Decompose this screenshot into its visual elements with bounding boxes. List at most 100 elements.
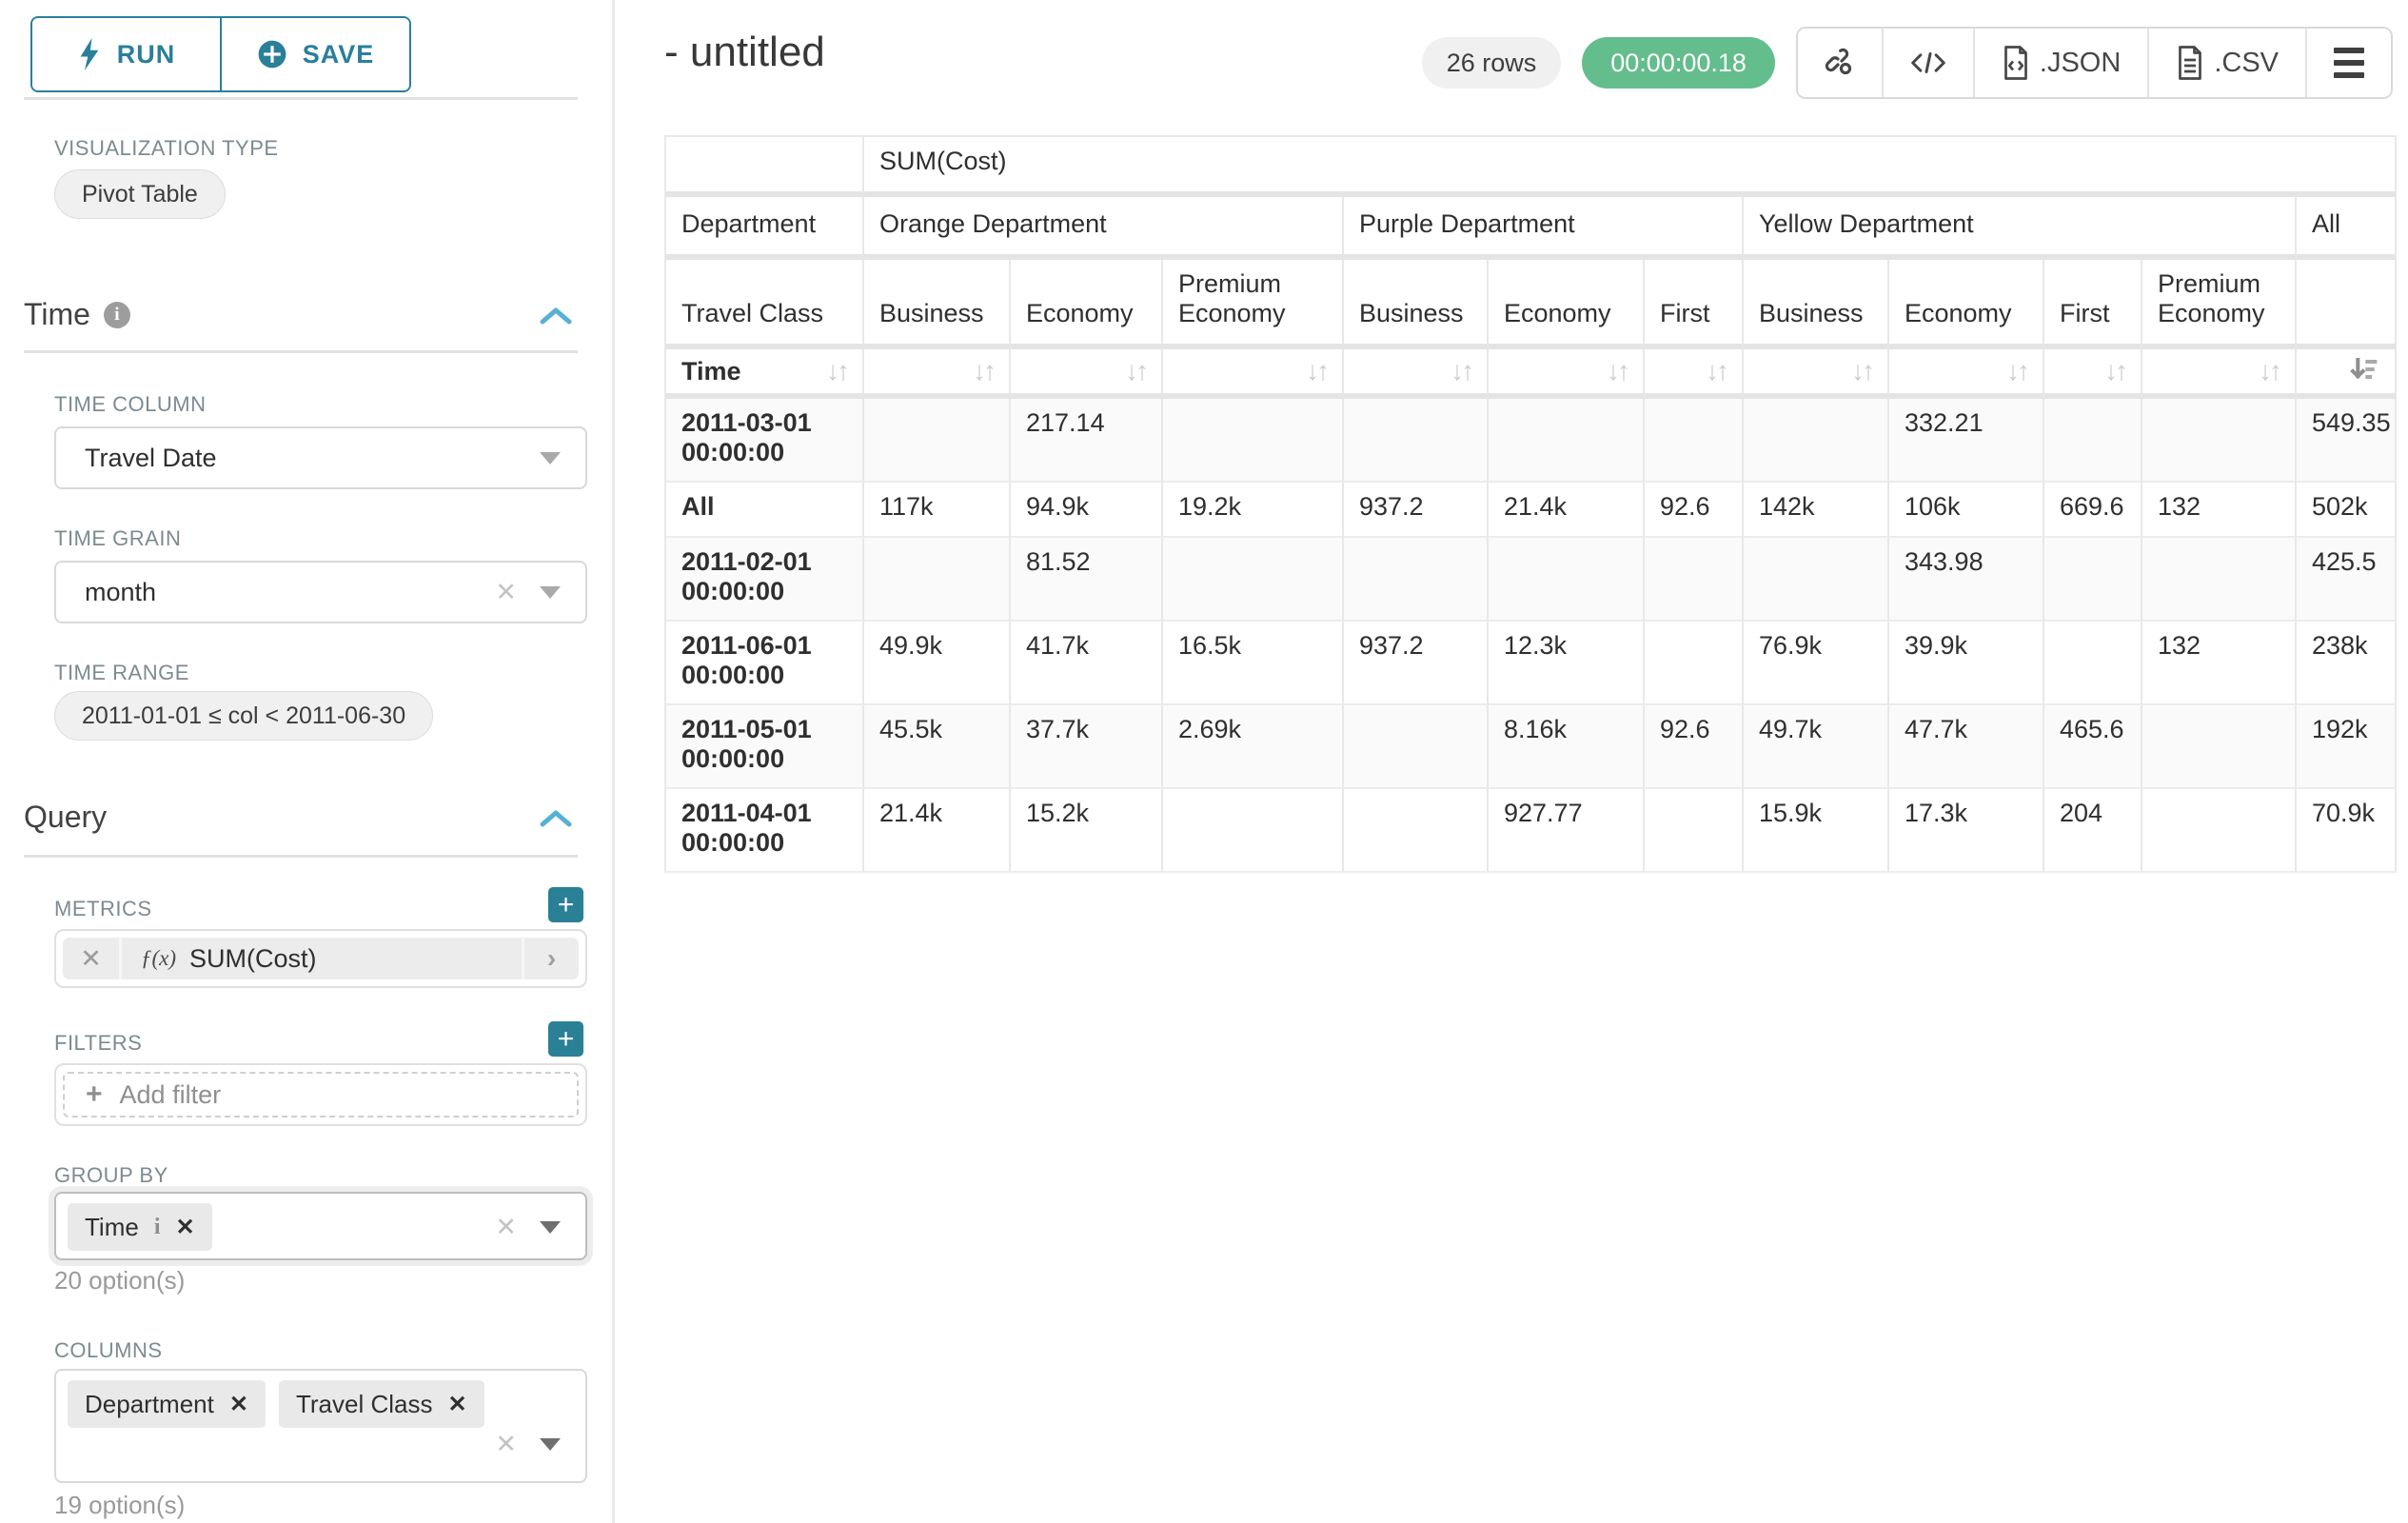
add-metric-button[interactable]: + — [548, 887, 583, 922]
time-grain-label: TIME GRAIN — [54, 526, 181, 551]
chart-title[interactable]: - untitled — [664, 29, 825, 76]
pivot-table: SUM(Cost)DepartmentOrange DepartmentPurp… — [664, 135, 2397, 873]
remove-tag-icon[interactable]: ✕ — [175, 1214, 194, 1241]
value-cell: 669.6 — [2044, 483, 2142, 538]
row-label-cell: 2011-05-01 00:00:00 — [666, 705, 864, 789]
column-sort-header[interactable]: ↓↑ — [1011, 349, 1163, 399]
add-filter-button[interactable]: + Add filter — [63, 1072, 579, 1118]
value-cell: 17.3k — [1889, 789, 2044, 873]
columns-label: COLUMNS — [54, 1338, 163, 1363]
table-row: 2011-05-01 00:00:0045.5k37.7k2.69k8.16k9… — [666, 705, 2397, 789]
query-section-header: Query — [24, 800, 107, 835]
row-label-cell: 2011-03-01 00:00:00 — [666, 399, 864, 483]
sort-descending-icon[interactable] — [2349, 356, 2379, 386]
sort-icon[interactable]: ↓↑ — [973, 356, 994, 386]
sort-icon[interactable]: ↓↑ — [2006, 356, 2027, 386]
run-button[interactable]: RUN — [32, 18, 220, 90]
value-cell — [1744, 399, 1889, 483]
clear-icon[interactable]: ✕ — [495, 1213, 517, 1242]
metric-pill[interactable]: ✕ ƒ(x) SUM(Cost) › — [63, 938, 579, 979]
travel-class-cell — [2297, 260, 2397, 349]
travel-class-cell: Economy — [1489, 260, 1645, 349]
export-json-button[interactable]: .JSON — [1973, 29, 2147, 97]
plus-icon: + — [86, 1078, 103, 1111]
columns-select[interactable]: Department ✕ Travel Class ✕ ✕ — [54, 1369, 587, 1483]
sort-icon[interactable]: ↓↑ — [2104, 356, 2125, 386]
sort-icon[interactable]: ↓↑ — [1125, 356, 1146, 386]
time-column-select[interactable]: Travel Date — [54, 426, 587, 489]
sort-icon[interactable]: ↓↑ — [1306, 356, 1327, 386]
column-sort-header[interactable]: ↓↑ — [2142, 349, 2297, 399]
value-cell: 15.9k — [1744, 789, 1889, 873]
sort-icon[interactable]: ↓↑ — [1851, 356, 1872, 386]
value-cell — [2044, 538, 2142, 622]
sort-icon[interactable]: ↓↑ — [1706, 356, 1727, 386]
table-row: 2011-03-01 00:00:00217.14332.21549.35 — [666, 399, 2397, 483]
table-row: All117k94.9k19.2k937.221.4k92.6142k106k6… — [666, 483, 2397, 538]
share-link-button[interactable] — [1798, 29, 1882, 97]
export-csv-button[interactable]: .CSV — [2147, 29, 2305, 97]
metrics-label: METRICS — [54, 897, 152, 921]
chevron-up-icon[interactable] — [540, 307, 572, 326]
column-sort-header[interactable]: ↓↑ — [2044, 349, 2142, 399]
value-cell — [1645, 538, 1744, 622]
sort-icon[interactable]: ↓↑ — [2259, 356, 2280, 386]
value-cell: 39.9k — [1889, 622, 2044, 705]
clear-icon[interactable]: ✕ — [495, 578, 517, 607]
chevron-down-icon — [540, 1221, 561, 1234]
visualization-type-pill[interactable]: Pivot Table — [54, 169, 226, 219]
divider — [24, 855, 578, 858]
column-sort-header[interactable]: ↓↑ — [1889, 349, 2044, 399]
value-cell: 937.2 — [1344, 483, 1489, 538]
department-group-cell: Yellow Department — [1744, 197, 2297, 260]
columns-option-count: 19 option(s) — [54, 1491, 185, 1520]
travel-class-cell: Economy — [1011, 260, 1163, 349]
value-cell: 49.9k — [864, 622, 1011, 705]
value-cell: 217.14 — [1011, 399, 1163, 483]
value-cell — [1344, 399, 1489, 483]
value-cell — [2142, 705, 2297, 789]
column-sort-header[interactable]: ↓↑ — [1344, 349, 1489, 399]
save-button[interactable]: SAVE — [220, 18, 409, 90]
corner-cell — [666, 137, 864, 197]
column-sort-header[interactable]: ↓↑ — [1489, 349, 1645, 399]
sort-icon[interactable]: ↓↑ — [826, 356, 847, 386]
remove-tag-icon[interactable]: ✕ — [229, 1391, 248, 1418]
value-cell: 12.3k — [1489, 622, 1645, 705]
chevron-right-icon[interactable]: › — [522, 938, 579, 979]
column-sort-header[interactable] — [2297, 349, 2397, 399]
pivot-table-container: SUM(Cost)DepartmentOrange DepartmentPurp… — [664, 135, 2397, 873]
value-cell: 106k — [1889, 483, 2044, 538]
metric-field: ✕ ƒ(x) SUM(Cost) › — [54, 929, 587, 988]
add-filter-plus-button[interactable]: + — [548, 1021, 583, 1057]
remove-metric-icon[interactable]: ✕ — [63, 938, 122, 979]
value-cell — [1163, 789, 1344, 873]
time-range-pill[interactable]: 2011-01-01 ≤ col < 2011-06-30 — [54, 691, 433, 741]
chart-panel: - untitled 26 rows 00:00:00.18 .JSON .CS… — [615, 0, 2408, 1523]
value-cell: 45.5k — [864, 705, 1011, 789]
view-query-button[interactable] — [1882, 29, 1973, 97]
time-grain-select[interactable]: month ✕ — [54, 561, 587, 623]
time-sort-header[interactable]: Time↓↑ — [666, 349, 864, 399]
column-sort-header[interactable]: ↓↑ — [1163, 349, 1344, 399]
row-count-badge: 26 rows — [1422, 37, 1562, 89]
sort-icon[interactable]: ↓↑ — [1607, 356, 1628, 386]
column-sort-header[interactable]: ↓↑ — [864, 349, 1011, 399]
column-sort-header[interactable]: ↓↑ — [1645, 349, 1744, 399]
sort-icon[interactable]: ↓↑ — [1451, 356, 1471, 386]
divider — [24, 350, 578, 353]
value-cell — [1744, 538, 1889, 622]
group-by-select[interactable]: Time i ✕ ✕ — [54, 1192, 587, 1260]
remove-tag-icon[interactable]: ✕ — [447, 1391, 466, 1418]
menu-button[interactable] — [2305, 29, 2391, 97]
column-sort-header[interactable]: ↓↑ — [1744, 349, 1889, 399]
row-label-cell: 2011-04-01 00:00:00 — [666, 789, 864, 873]
value-cell: 425.5 — [2297, 538, 2397, 622]
clear-icon[interactable]: ✕ — [495, 1430, 517, 1459]
value-cell: 15.2k — [1011, 789, 1163, 873]
table-row: 2011-02-01 00:00:0081.52343.98425.5 — [666, 538, 2397, 622]
value-cell: 70.9k — [2297, 789, 2397, 873]
chevron-up-icon[interactable] — [540, 809, 572, 828]
value-cell — [1344, 789, 1489, 873]
value-cell: 47.7k — [1889, 705, 2044, 789]
